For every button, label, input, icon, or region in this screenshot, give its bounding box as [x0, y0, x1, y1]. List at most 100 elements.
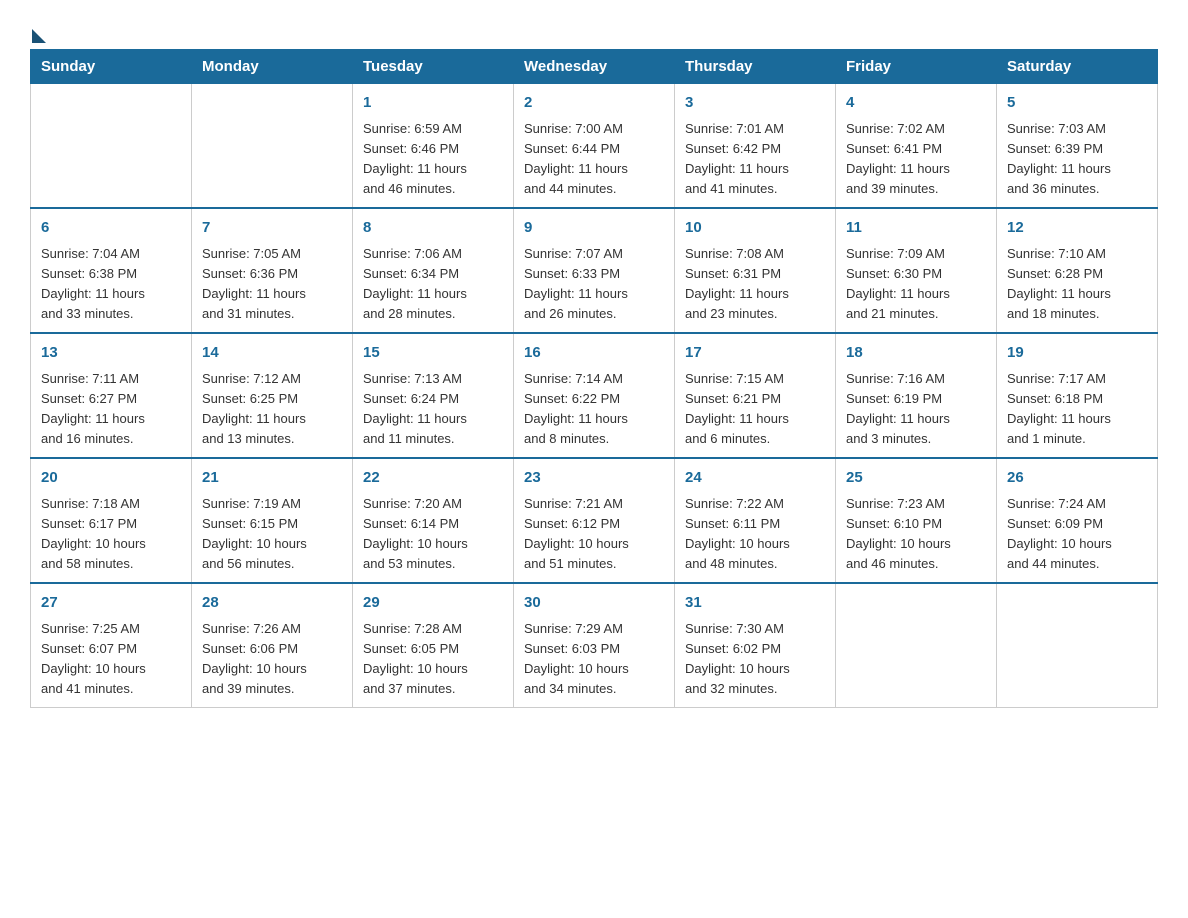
day-info: Sunrise: 7:28 AM Sunset: 6:05 PM Dayligh… — [363, 619, 503, 700]
day-info: Sunrise: 7:30 AM Sunset: 6:02 PM Dayligh… — [685, 619, 825, 700]
week-row-5: 27Sunrise: 7:25 AM Sunset: 6:07 PM Dayli… — [31, 583, 1158, 708]
day-info: Sunrise: 7:22 AM Sunset: 6:11 PM Dayligh… — [685, 494, 825, 575]
day-info: Sunrise: 7:01 AM Sunset: 6:42 PM Dayligh… — [685, 119, 825, 200]
calendar-cell: 20Sunrise: 7:18 AM Sunset: 6:17 PM Dayli… — [31, 458, 192, 583]
day-info: Sunrise: 7:10 AM Sunset: 6:28 PM Dayligh… — [1007, 244, 1147, 325]
day-info: Sunrise: 7:08 AM Sunset: 6:31 PM Dayligh… — [685, 244, 825, 325]
calendar-cell: 30 Sunrise: 7:29 AM Sunset: 6:03 PM Dayli… — [514, 583, 675, 708]
calendar-cell: 3 Sunrise: 7:01 AM Sunset: 6:42 PM Daylig… — [675, 84, 836, 209]
calendar-cell: 23 Sunrise: 7:21 AM Sunset: 6:12 PM Dayli… — [514, 458, 675, 583]
day-info: Sunrise: 7:17 AM Sunset: 6:18 PM Dayligh… — [1007, 369, 1147, 450]
day-number: 25 — [846, 467, 986, 490]
calendar-cell: 12 Sunrise: 7:10 AM Sunset: 6:28 PM Dayli… — [997, 208, 1158, 333]
day-number: 28 — [202, 592, 342, 615]
day-info: Sunrise: 7:19 AM Sunset: 6:15 PM Dayligh… — [202, 494, 342, 575]
calendar-cell: 28 Sunrise: 7:26 AM Sunset: 6:06 PM Dayli… — [192, 583, 353, 708]
day-info: Sunrise: 7:20 AM Sunset: 6:14 PM Dayligh… — [363, 494, 503, 575]
calendar-cell — [836, 583, 997, 708]
day-number: 2 — [524, 92, 664, 115]
day-header-thursday: Thursday — [675, 50, 836, 84]
day-info: Sunrise: 7:06 AM Sunset: 6:34 PM Dayligh… — [363, 244, 503, 325]
day-number: 6 — [41, 217, 181, 240]
days-header-row: SundayMondayTuesdayWednesdayThursdayFrid… — [31, 50, 1158, 84]
day-number: 18 — [846, 342, 986, 365]
day-number: 7 — [202, 217, 342, 240]
calendar-cell: 11 Sunrise: 7:09 AM Sunset: 6:30 PM Dayli… — [836, 208, 997, 333]
day-info: Sunrise: 7:02 AM Sunset: 6:41 PM Dayligh… — [846, 119, 986, 200]
day-info: Sunrise: 7:15 AM Sunset: 6:21 PM Dayligh… — [685, 369, 825, 450]
calendar-cell: 6 Sunrise: 7:04 AM Sunset: 6:38 PM Daylig… — [31, 208, 192, 333]
day-number: 22 — [363, 467, 503, 490]
day-info: Sunrise: 7:26 AM Sunset: 6:06 PM Dayligh… — [202, 619, 342, 700]
day-number: 3 — [685, 92, 825, 115]
calendar-cell: 15Sunrise: 7:13 AM Sunset: 6:24 PM Dayli… — [353, 333, 514, 458]
day-header-friday: Friday — [836, 50, 997, 84]
day-info: Sunrise: 7:05 AM Sunset: 6:36 PM Dayligh… — [202, 244, 342, 325]
calendar-cell: 17 Sunrise: 7:15 AM Sunset: 6:21 PM Dayli… — [675, 333, 836, 458]
calendar-cell: 21 Sunrise: 7:19 AM Sunset: 6:15 PM Dayli… — [192, 458, 353, 583]
calendar-cell: 1 Sunrise: 6:59 AM Sunset: 6:46 PM Daylig… — [353, 84, 514, 209]
day-number: 20 — [41, 467, 181, 490]
day-number: 26 — [1007, 467, 1147, 490]
calendar-cell: 8 Sunrise: 7:06 AM Sunset: 6:34 PM Daylig… — [353, 208, 514, 333]
day-info: Sunrise: 7:12 AM Sunset: 6:25 PM Dayligh… — [202, 369, 342, 450]
day-header-wednesday: Wednesday — [514, 50, 675, 84]
logo — [30, 25, 46, 39]
day-number: 14 — [202, 342, 342, 365]
day-number: 11 — [846, 217, 986, 240]
calendar-cell: 13 Sunrise: 7:11 AM Sunset: 6:27 PM Dayli… — [31, 333, 192, 458]
day-info: Sunrise: 7:16 AM Sunset: 6:19 PM Dayligh… — [846, 369, 986, 450]
day-number: 8 — [363, 217, 503, 240]
calendar-cell: 26Sunrise: 7:24 AM Sunset: 6:09 PM Dayli… — [997, 458, 1158, 583]
day-number: 12 — [1007, 217, 1147, 240]
calendar-cell: 18 Sunrise: 7:16 AM Sunset: 6:19 PM Dayli… — [836, 333, 997, 458]
day-number: 10 — [685, 217, 825, 240]
calendar-cell: 5 Sunrise: 7:03 AM Sunset: 6:39 PM Daylig… — [997, 84, 1158, 209]
calendar-cell: 2 Sunrise: 7:00 AM Sunset: 6:44 PM Daylig… — [514, 84, 675, 209]
calendar-cell: 14 Sunrise: 7:12 AM Sunset: 6:25 PM Dayli… — [192, 333, 353, 458]
calendar-cell: 19 Sunrise: 7:17 AM Sunset: 6:18 PM Dayli… — [997, 333, 1158, 458]
day-info: Sunrise: 7:23 AM Sunset: 6:10 PM Dayligh… — [846, 494, 986, 575]
calendar-cell: 29 Sunrise: 7:28 AM Sunset: 6:05 PM Dayli… — [353, 583, 514, 708]
day-number: 17 — [685, 342, 825, 365]
day-info: Sunrise: 6:59 AM Sunset: 6:46 PM Dayligh… — [363, 119, 503, 200]
calendar-cell: 16 Sunrise: 7:14 AM Sunset: 6:22 PM Dayli… — [514, 333, 675, 458]
calendar-cell: 31Sunrise: 7:30 AM Sunset: 6:02 PM Dayli… — [675, 583, 836, 708]
day-number: 5 — [1007, 92, 1147, 115]
calendar-cell: 24 Sunrise: 7:22 AM Sunset: 6:11 PM Dayli… — [675, 458, 836, 583]
day-number: 29 — [363, 592, 503, 615]
day-info: Sunrise: 7:04 AM Sunset: 6:38 PM Dayligh… — [41, 244, 181, 325]
day-number: 13 — [41, 342, 181, 365]
week-row-1: 1 Sunrise: 6:59 AM Sunset: 6:46 PM Daylig… — [31, 84, 1158, 209]
calendar-cell — [192, 84, 353, 209]
calendar-cell: 7 Sunrise: 7:05 AM Sunset: 6:36 PM Daylig… — [192, 208, 353, 333]
week-row-4: 20Sunrise: 7:18 AM Sunset: 6:17 PM Dayli… — [31, 458, 1158, 583]
day-info: Sunrise: 7:07 AM Sunset: 6:33 PM Dayligh… — [524, 244, 664, 325]
day-number: 30 — [524, 592, 664, 615]
day-number: 4 — [846, 92, 986, 115]
calendar-cell: 9Sunrise: 7:07 AM Sunset: 6:33 PM Daylig… — [514, 208, 675, 333]
page-header — [30, 20, 1158, 39]
calendar-cell: 10 Sunrise: 7:08 AM Sunset: 6:31 PM Dayli… — [675, 208, 836, 333]
day-number: 16 — [524, 342, 664, 365]
day-info: Sunrise: 7:03 AM Sunset: 6:39 PM Dayligh… — [1007, 119, 1147, 200]
day-number: 21 — [202, 467, 342, 490]
day-header-saturday: Saturday — [997, 50, 1158, 84]
day-info: Sunrise: 7:11 AM Sunset: 6:27 PM Dayligh… — [41, 369, 181, 450]
day-info: Sunrise: 7:09 AM Sunset: 6:30 PM Dayligh… — [846, 244, 986, 325]
calendar-cell: 25 Sunrise: 7:23 AM Sunset: 6:10 PM Dayli… — [836, 458, 997, 583]
day-number: 1 — [363, 92, 503, 115]
day-number: 24 — [685, 467, 825, 490]
day-info: Sunrise: 7:21 AM Sunset: 6:12 PM Dayligh… — [524, 494, 664, 575]
day-info: Sunrise: 7:00 AM Sunset: 6:44 PM Dayligh… — [524, 119, 664, 200]
day-info: Sunrise: 7:29 AM Sunset: 6:03 PM Dayligh… — [524, 619, 664, 700]
logo-arrow-icon — [32, 29, 46, 43]
day-header-monday: Monday — [192, 50, 353, 84]
day-number: 23 — [524, 467, 664, 490]
day-number: 15 — [363, 342, 503, 365]
day-number: 19 — [1007, 342, 1147, 365]
day-number: 27 — [41, 592, 181, 615]
day-header-tuesday: Tuesday — [353, 50, 514, 84]
day-info: Sunrise: 7:14 AM Sunset: 6:22 PM Dayligh… — [524, 369, 664, 450]
calendar-cell — [997, 583, 1158, 708]
